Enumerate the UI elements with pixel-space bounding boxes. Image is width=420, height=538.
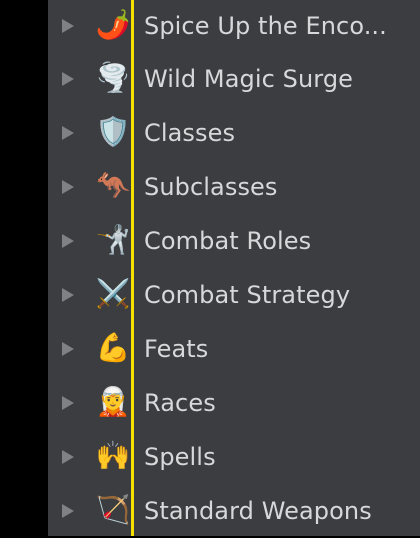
tree-item-label: Feats xyxy=(144,335,209,363)
tree-item-label: Wild Magic Surge xyxy=(144,65,354,93)
disclosure-triangle-icon[interactable] xyxy=(62,342,74,356)
indent-guide-line xyxy=(131,0,134,536)
tree-item-label: Classes xyxy=(144,119,236,147)
disclosure-triangle-icon[interactable] xyxy=(62,19,74,33)
elf-icon: 🧝 xyxy=(95,387,131,418)
tree-item-standard-weapons[interactable]: 🏹 Standard Weapons xyxy=(48,484,420,538)
tree-item-subclasses[interactable]: 🦘 Subclasses xyxy=(48,160,420,214)
tree-item-spells[interactable]: 🙌 Spells xyxy=(48,430,420,484)
tree-item-label: Races xyxy=(144,389,216,417)
flexed-biceps-icon: 💪 xyxy=(95,333,131,364)
disclosure-triangle-icon[interactable] xyxy=(62,504,74,518)
tree-item-combat-roles[interactable]: 🤺 Combat Roles xyxy=(48,214,420,268)
hot-pepper-icon: 🌶️ xyxy=(95,10,131,41)
disclosure-triangle-icon[interactable] xyxy=(62,72,74,86)
tree-item-label: Standard Weapons xyxy=(144,497,372,525)
tree-item-label: Subclasses xyxy=(144,173,278,201)
tree-item-label: Spice Up the Enco... xyxy=(144,12,387,40)
disclosure-triangle-icon[interactable] xyxy=(62,288,74,302)
tree-item-races[interactable]: 🧝 Races xyxy=(48,376,420,430)
disclosure-triangle-icon[interactable] xyxy=(62,396,74,410)
tree-item-feats[interactable]: 💪 Feats xyxy=(48,322,420,376)
raising-hands-icon: 🙌 xyxy=(95,441,131,472)
tree-item-label: Combat Strategy xyxy=(144,281,351,309)
fencer-icon: 🤺 xyxy=(95,225,131,256)
tornado-icon: 🌪️ xyxy=(95,63,131,94)
tree-item-classes[interactable]: 🛡️ Classes xyxy=(48,106,420,160)
tree-item-wild-magic-surge[interactable]: 🌪️ Wild Magic Surge xyxy=(48,52,420,106)
tree-item-label: Spells xyxy=(144,443,216,471)
tree-item-label: Combat Roles xyxy=(144,227,312,255)
disclosure-triangle-icon[interactable] xyxy=(62,450,74,464)
disclosure-triangle-icon[interactable] xyxy=(62,234,74,248)
bow-and-arrow-icon: 🏹 xyxy=(95,495,131,526)
tree-item-combat-strategy[interactable]: ⚔️ Combat Strategy xyxy=(48,268,420,322)
round-shield-icon: 🦘 xyxy=(95,171,131,202)
shield-icon: 🛡️ xyxy=(95,117,131,148)
outline-tree: 🌶️ Spice Up the Enco... 🌪️ Wild Magic Su… xyxy=(48,0,420,536)
tree-item-spice-up-the-encounter[interactable]: 🌶️ Spice Up the Enco... xyxy=(48,0,420,52)
crossed-swords-icon: ⚔️ xyxy=(95,279,131,310)
disclosure-triangle-icon[interactable] xyxy=(62,126,74,140)
disclosure-triangle-icon[interactable] xyxy=(62,180,74,194)
